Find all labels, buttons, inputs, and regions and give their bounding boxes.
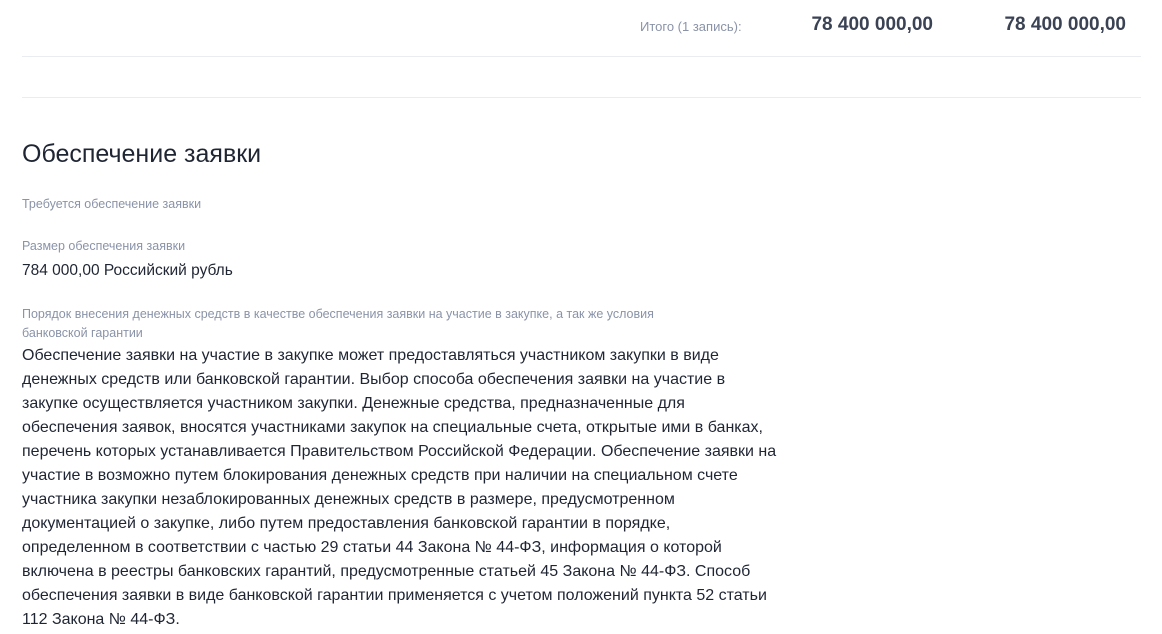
- security-amount-value: 784 000,00 Российский рубль: [22, 262, 233, 279]
- section-title: Обеспечение заявки: [22, 140, 262, 168]
- security-procedure-text: Обеспечение заявки на участие в закупке …: [22, 347, 777, 628]
- totals-value-2: 78 400 000,00: [1004, 14, 1126, 35]
- section-divider: [22, 97, 1141, 98]
- security-amount-label: Размер обеспечения заявки: [22, 239, 186, 253]
- security-procedure-label: Порядок внесения денежных средств в каче…: [22, 307, 654, 340]
- totals-value-1: 78 400 000,00: [811, 14, 933, 35]
- totals-label: Итого (1 запись):: [640, 19, 742, 34]
- security-required-label: Требуется обеспечение заявки: [22, 197, 202, 211]
- bid-security-section: Обеспечение заявки Требуется обеспечение…: [22, 139, 782, 632]
- totals-row: Итого (1 запись): 78 400 000,00 78 400 0…: [22, 0, 1141, 57]
